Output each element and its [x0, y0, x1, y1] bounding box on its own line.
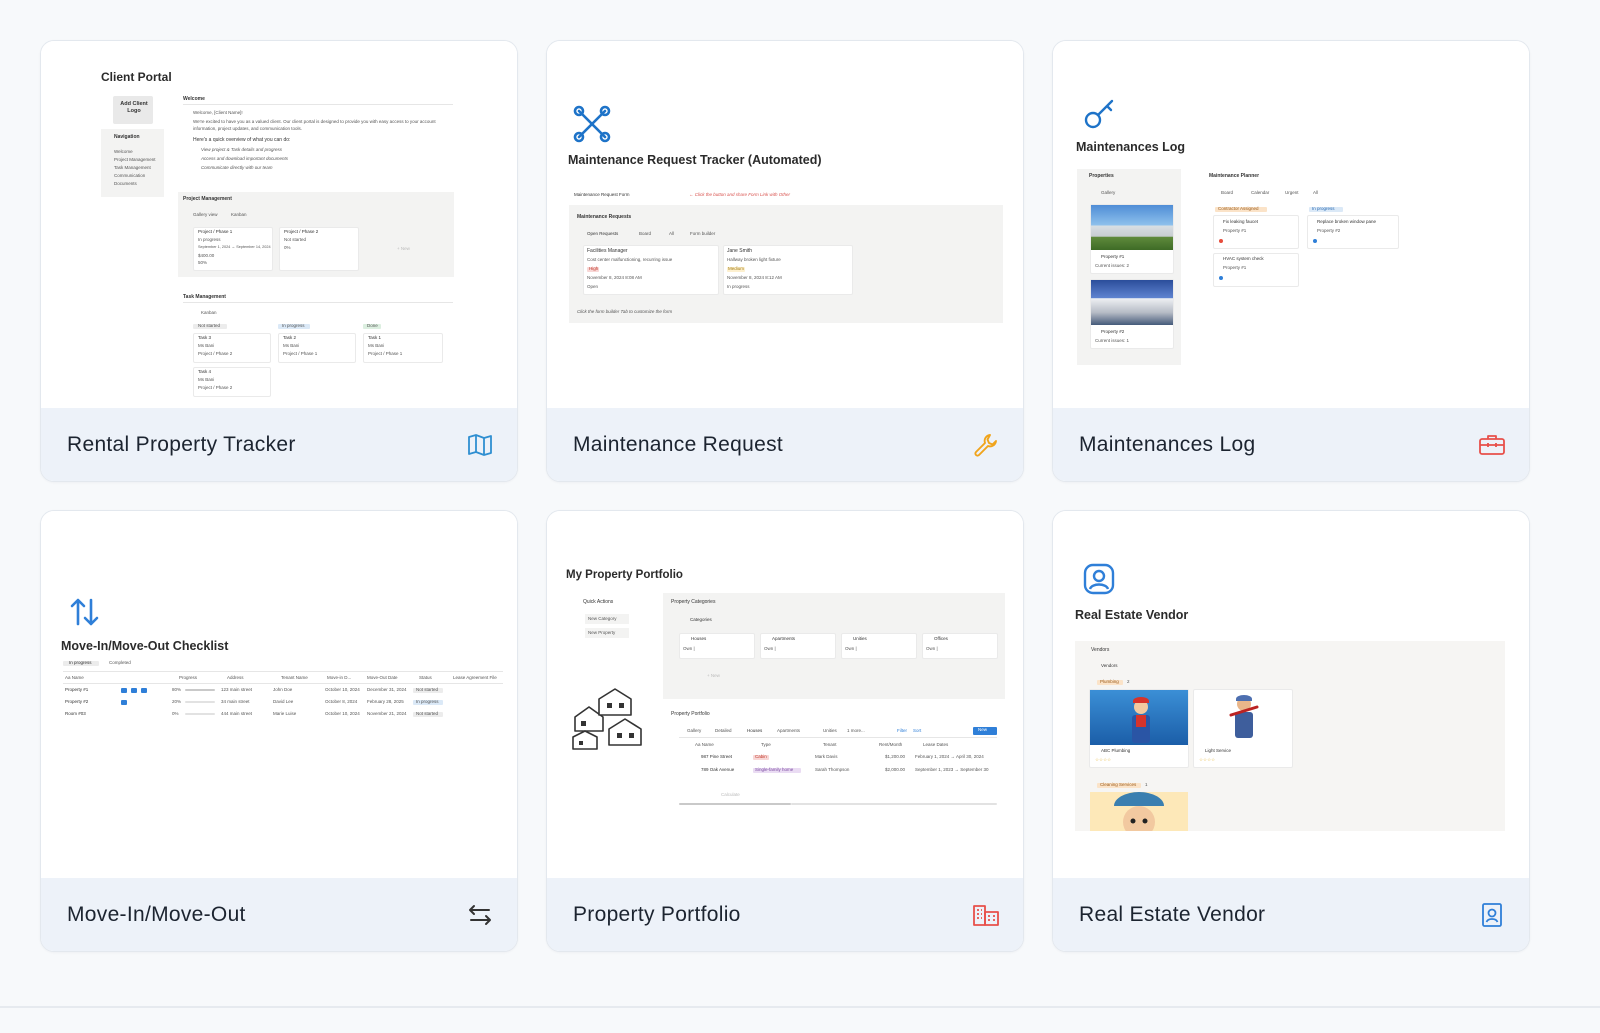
plumber-illustration [1129, 697, 1153, 748]
template-grid: Client Portal Add Client Logo Navigation… [40, 40, 1530, 952]
template-card-property-portfolio[interactable]: My Property Portfolio Quick Actions New … [546, 510, 1024, 952]
preview-heading: Client Portal [101, 70, 172, 84]
card-footer[interactable]: Rental Property Tracker [41, 408, 517, 481]
contact-card-icon [1477, 900, 1507, 930]
card-footer[interactable]: Maintenances Log [1053, 408, 1529, 481]
footer-note: Click the form builder Tab to customize … [577, 309, 673, 314]
welcome-bullet: Communicate directly with our team [201, 165, 273, 170]
welcome-bullet: View project & Task details and progress [201, 147, 283, 152]
card-footer[interactable]: Property Portfolio [547, 878, 1023, 951]
task-title: Task Management [183, 294, 226, 300]
welcome-greeting: Welcome, [Client Name]! [193, 110, 243, 115]
welcome-subtitle: Here's a quick overview of what you can … [193, 137, 291, 143]
card-footer[interactable]: Maintenance Request [547, 408, 1023, 481]
map-icon [465, 430, 495, 460]
card-title[interactable]: Property Portfolio [573, 903, 741, 927]
nav-item: Documents [114, 181, 137, 186]
template-preview: Move-In/Move-Out Checklist In progress C… [41, 511, 517, 880]
form-button: Maintenance Request Form [574, 192, 630, 197]
houses-illustration [569, 687, 645, 758]
template-preview: Maintenance Request Tracker (Automated) … [547, 41, 1023, 410]
tools-icon [573, 105, 611, 148]
nav-item: Welcome [114, 149, 133, 154]
template-card-rental-property-tracker[interactable]: Client Portal Add Client Logo Navigation… [40, 40, 518, 482]
property-photo [1091, 205, 1173, 250]
card-title[interactable]: Real Estate Vendor [1079, 903, 1265, 927]
property-photo [1091, 280, 1173, 325]
preview-heading: Real Estate Vendor [1075, 608, 1189, 622]
template-card-real-estate-vendor[interactable]: Real Estate Vendor Vendors Vendors Plumb… [1052, 510, 1530, 952]
template-preview: Real Estate Vendor Vendors Vendors Plumb… [1053, 511, 1529, 880]
nav-item: Task Management [114, 165, 151, 170]
swap-vertical-icon [69, 597, 101, 632]
template-preview: Client Portal Add Client Logo Navigation… [41, 41, 517, 410]
preview-heading: My Property Portfolio [566, 569, 683, 581]
welcome-text: We're excited to have you as a valued cl… [193, 119, 436, 131]
card-title[interactable]: Maintenance Request [573, 433, 783, 457]
toolbox-icon [1477, 430, 1507, 460]
template-card-move-in-move-out[interactable]: Move-In/Move-Out Checklist In progress C… [40, 510, 518, 952]
card-footer[interactable]: Move-In/Move-Out [41, 878, 517, 951]
key-icon [1083, 96, 1117, 135]
card-footer[interactable]: Real Estate Vendor [1053, 878, 1529, 951]
project-title: Project Management [183, 196, 232, 202]
bottom-divider [0, 1006, 1600, 1008]
preview-heading: Maintenances Log [1076, 140, 1186, 154]
welcome-bullet: Access and download important documents [201, 156, 289, 161]
welcome-title: Welcome [183, 96, 205, 102]
template-preview: Maintenances Log Properties Gallery Prop… [1053, 41, 1529, 410]
cleaner-photo [1090, 792, 1188, 831]
card-title[interactable]: Rental Property Tracker [67, 433, 296, 457]
template-card-maintenances-log[interactable]: Maintenances Log Properties Gallery Prop… [1052, 40, 1530, 482]
card-title[interactable]: Move-In/Move-Out [67, 903, 246, 927]
buildings-icon [971, 900, 1001, 930]
project-tab: Gallery view [193, 212, 218, 217]
card-title[interactable]: Maintenances Log [1079, 433, 1255, 457]
swap-arrows-icon [465, 900, 495, 930]
user-badge-icon [1083, 563, 1115, 600]
form-hint: ← Click the button and share Form Link w… [689, 192, 791, 197]
preview-heading: Move-In/Move-Out Checklist [61, 639, 229, 653]
template-preview: My Property Portfolio Quick Actions New … [547, 511, 1023, 880]
preview-heading: Maintenance Request Tracker (Automated) [568, 153, 822, 167]
project-tab: Kanban [231, 212, 247, 217]
nav-title: Navigation [114, 134, 140, 140]
nav-item: Project Management [114, 157, 156, 162]
logo-label: Add Client Logo [120, 101, 148, 115]
wrench-icon [971, 430, 1001, 460]
db-title: Maintenance Requests [577, 214, 632, 220]
template-card-maintenance-request[interactable]: Maintenance Request Tracker (Automated) … [546, 40, 1024, 482]
handyman-illustration [1229, 693, 1259, 748]
nav-item: Communication [114, 173, 146, 178]
